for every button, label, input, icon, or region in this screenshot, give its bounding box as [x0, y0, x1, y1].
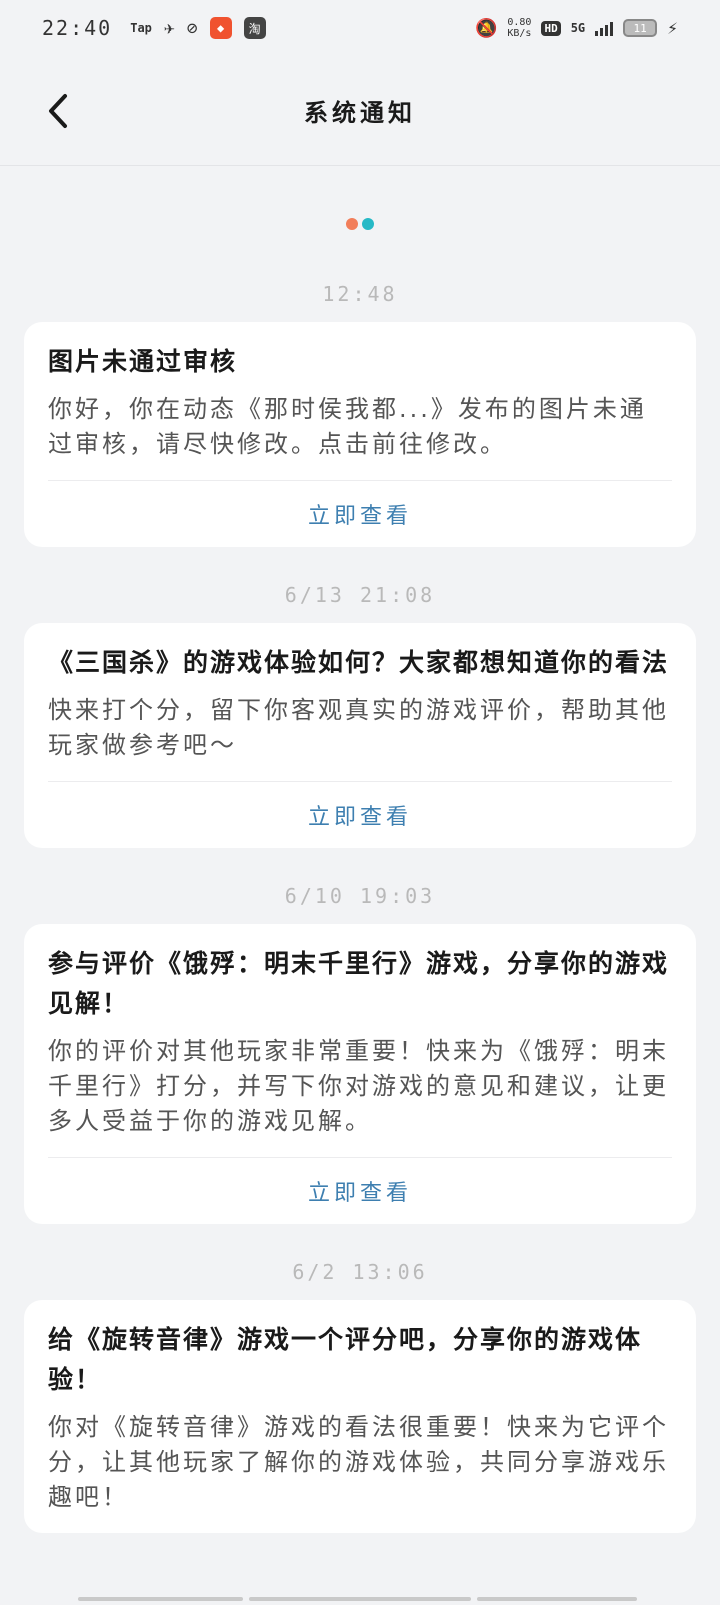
status-left: 22:40 Tap ✈ ⊘ ◆ 淘 — [42, 16, 266, 40]
hd-icon: HD — [541, 20, 561, 36]
status-right: 🔕 0.80 KB/s HD 5G 11 ⚡ — [475, 17, 678, 39]
speed-value: 0.80 — [507, 17, 532, 28]
network-speed: 0.80 KB/s — [507, 17, 531, 39]
notification-title: 参与评价《饿殍：明末千里行》游戏，分享你的游戏见解！ — [48, 949, 670, 1018]
mute-icon: 🔕 — [474, 17, 498, 39]
notification-title: 给《旋转音律》游戏一个评分吧，分享你的游戏体验！ — [48, 1325, 643, 1394]
notification-card: 图片未通过审核 你好，你在动态《那时侯我都...》发布的图片未通过审核，请尽快修… — [24, 322, 696, 547]
notification-time: 6/2 13:06 — [292, 1260, 428, 1284]
notification-time: 6/13 21:08 — [284, 583, 436, 607]
battery-icon: 11 — [623, 19, 658, 37]
notification-time: 12:48 — [322, 282, 398, 306]
notification-title: 图片未通过审核 — [48, 347, 238, 376]
notification-body: 你好，你在动态《那时侯我都...》发布的图片未通过审核，请尽快修改。点击前往修改… — [48, 392, 672, 481]
speed-unit: KB/s — [507, 28, 532, 39]
bird-icon: ✈ — [163, 17, 175, 39]
taobao-icon: 淘 — [243, 17, 266, 39]
back-button[interactable] — [38, 89, 78, 133]
notification-body: 你对《旋转音律》游戏的看法很重要！快来为它评个分，让其他玩家了解你的游戏体验，共… — [48, 1413, 669, 1511]
notification-body: 快来打个分，留下你客观真实的游戏评价，帮助其他玩家做参考吧～ — [48, 693, 672, 782]
loading-dot-2 — [362, 218, 374, 230]
page-title: 系统通知 — [304, 99, 416, 127]
scroll-indicator — [78, 1597, 637, 1601]
taptap-icon: Tap — [130, 21, 152, 35]
charging-icon: ⚡ — [667, 17, 678, 39]
view-now-button[interactable]: 立即查看 — [48, 481, 672, 547]
network-type: 5G — [570, 21, 586, 35]
notification-card: 参与评价《饿殍：明末千里行》游戏，分享你的游戏见解！ 你的评价对其他玩家非常重要… — [24, 924, 696, 1224]
chevron-left-icon — [49, 93, 67, 128]
view-now-button[interactable]: 立即查看 — [48, 782, 672, 848]
notification-body: 你的评价对其他玩家非常重要！快来为《饿殍：明末千里行》打分，并写下你对游戏的意见… — [48, 1034, 672, 1158]
status-time: 22:40 — [42, 16, 113, 40]
notification-time: 6/10 19:03 — [284, 884, 436, 908]
leaf-icon: ⊘ — [186, 17, 198, 39]
status-bar: 22:40 Tap ✈ ⊘ ◆ 淘 🔕 0.80 KB/s HD 5G 11 ⚡ — [0, 0, 720, 56]
view-now-button[interactable]: 立即查看 — [48, 1158, 672, 1224]
signal-icon — [595, 20, 614, 36]
notification-title: 《三国杀》的游戏体验如何？大家都想知道你的看法 — [48, 648, 670, 677]
orange-app-icon: ◆ — [209, 17, 232, 39]
notification-card: 给《旋转音律》游戏一个评分吧，分享你的游戏体验！ 你对《旋转音律》游戏的看法很重… — [24, 1300, 696, 1533]
notification-feed: 12:48 图片未通过审核 你好，你在动态《那时侯我都...》发布的图片未通过审… — [0, 282, 720, 1533]
loading-indicator — [0, 218, 720, 230]
app-header: 系统通知 — [0, 56, 720, 166]
notification-card: 《三国杀》的游戏体验如何？大家都想知道你的看法 快来打个分，留下你客观真实的游戏… — [24, 623, 696, 848]
loading-dot-1 — [346, 218, 358, 230]
